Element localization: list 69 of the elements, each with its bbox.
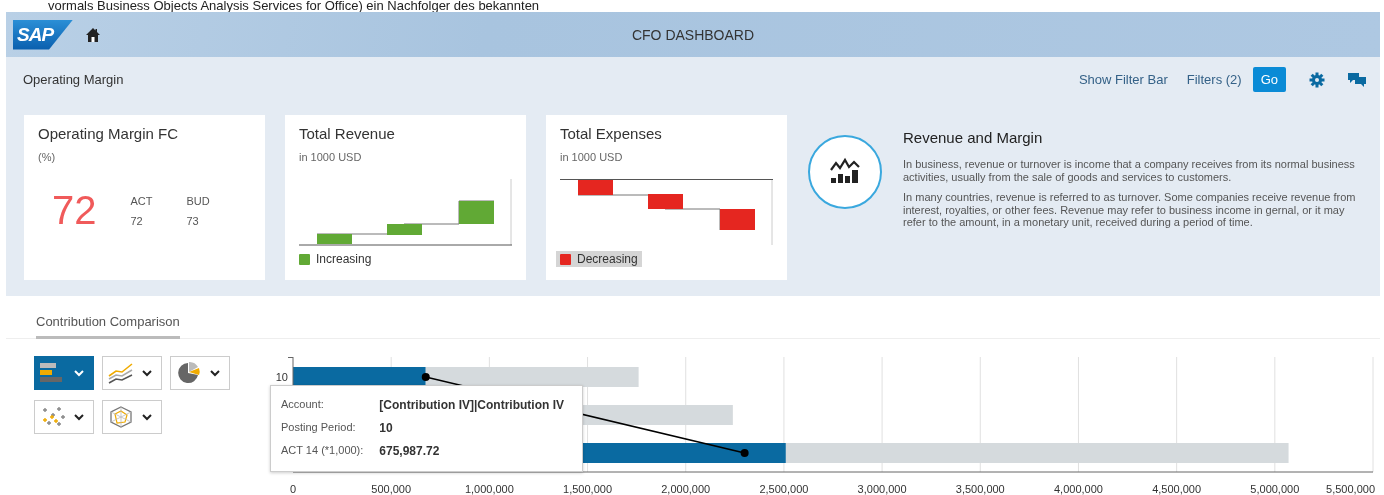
filter-link[interactable]: Show Filter Bar [1078, 72, 1168, 87]
axis-label: 1,000,000 [464, 483, 514, 495]
caret-icon [142, 413, 152, 421]
axis-label: 2,000,000 [661, 483, 711, 495]
tile-subtitle: (%) [38, 151, 57, 163]
caret-icon [74, 369, 84, 377]
info-paragraph: In many countries, revenue is referred to as turnover. Some companies receive revenue from interest, royalties, or other fees. Revenue may refer to business income in gernal, or it may refer to the amount, in a monetary unit, received during a period of time. [903, 191, 1357, 229]
tile-title: Total Revenue [299, 125, 396, 142]
line-chart-icon [108, 362, 134, 384]
app-title: CFO DASHBOARD [630, 26, 756, 43]
axis-label: 3,000,000 [857, 483, 907, 495]
bar [648, 194, 683, 209]
page-text: vormals Business Objects Analysis Services for Office) ein Nachfolger des bekannten [47, 0, 541, 12]
kpi-label: BUD [186, 194, 210, 207]
tooltip-label: ACT 14 (*1,000): [281, 444, 365, 458]
page-title: Operating Margin [23, 72, 124, 87]
axis-label: 1,500,000 [563, 483, 612, 495]
tile-title: Operating Margin FC [38, 125, 180, 142]
pie-chart-icon [176, 362, 202, 384]
kpi-value: 72 [52, 188, 97, 233]
chart-type-button[interactable] [34, 356, 94, 390]
caret-icon [210, 369, 220, 377]
go-button[interactable]: Go [1252, 67, 1286, 92]
tab[interactable]: Contribution Comparison [36, 314, 180, 339]
chart-tile[interactable]: Total Revenue in 1000 USD Increasing [285, 115, 526, 280]
bar [317, 234, 352, 244]
legend-item[interactable]: Decreasing [556, 251, 642, 267]
tooltip-label: Posting Period: [281, 421, 357, 435]
radar-chart-icon [108, 406, 134, 428]
chart-tile[interactable]: Total Expenses in 1000 USD Decreasing [546, 115, 787, 280]
home-icon[interactable] [85, 26, 102, 43]
filter-link[interactable]: Filters (2) [1186, 72, 1242, 87]
axis-label: 3,500,000 [955, 483, 1005, 495]
tile-title: Total Expenses [560, 125, 663, 142]
data-point [740, 449, 749, 457]
axis-label: 4,000,000 [1054, 483, 1103, 495]
tooltip-label: Account: [281, 398, 325, 412]
bar [720, 209, 755, 230]
kpi-number: 73 [186, 214, 200, 227]
settings-icon[interactable] [1309, 71, 1325, 88]
tooltip-value: 10 [379, 421, 394, 435]
legend-label: Decreasing [577, 252, 638, 266]
data-point [421, 373, 430, 381]
legend-label: Increasing [316, 252, 372, 266]
kpi-tile[interactable]: Operating Margin FC (%) 72 ACT 72 BUD 73 [24, 115, 265, 280]
axis-label: 5,000,000 [1250, 483, 1300, 495]
kpi-number: 72 [130, 214, 144, 227]
caret-icon [74, 413, 84, 421]
tile-subtitle: in 1000 USD [560, 151, 624, 163]
axis-label: 2,500,000 [759, 483, 809, 495]
axis-label: 500,000 [371, 483, 412, 495]
scatter-chart-icon [40, 406, 66, 428]
logo: SAP [13, 19, 74, 50]
kpi-label: ACT [130, 194, 153, 207]
axis-label: 10 [275, 371, 288, 383]
axis-label: 4,500,000 [1152, 483, 1202, 495]
info-paragraph: In business, revenue or turnover is income that a company receives from its normal business activities, usually from the sale of goods and services to customers. [903, 158, 1356, 183]
info-title: Revenue and Margin [903, 129, 1044, 146]
axis-label: 5,500,000 [1326, 483, 1375, 495]
axis-label: 0 [289, 483, 297, 495]
tile-subtitle: in 1000 USD [299, 151, 363, 163]
caret-icon [142, 369, 152, 377]
bar [459, 201, 494, 224]
tooltip-value: [Contribution IV]|Contribution IV [379, 398, 565, 412]
chat-icon[interactable] [1348, 71, 1366, 88]
bar [578, 180, 613, 195]
bar [387, 224, 422, 235]
legend-item[interactable]: Increasing [295, 251, 376, 267]
tooltip-value: 675,987.72 [379, 444, 441, 458]
